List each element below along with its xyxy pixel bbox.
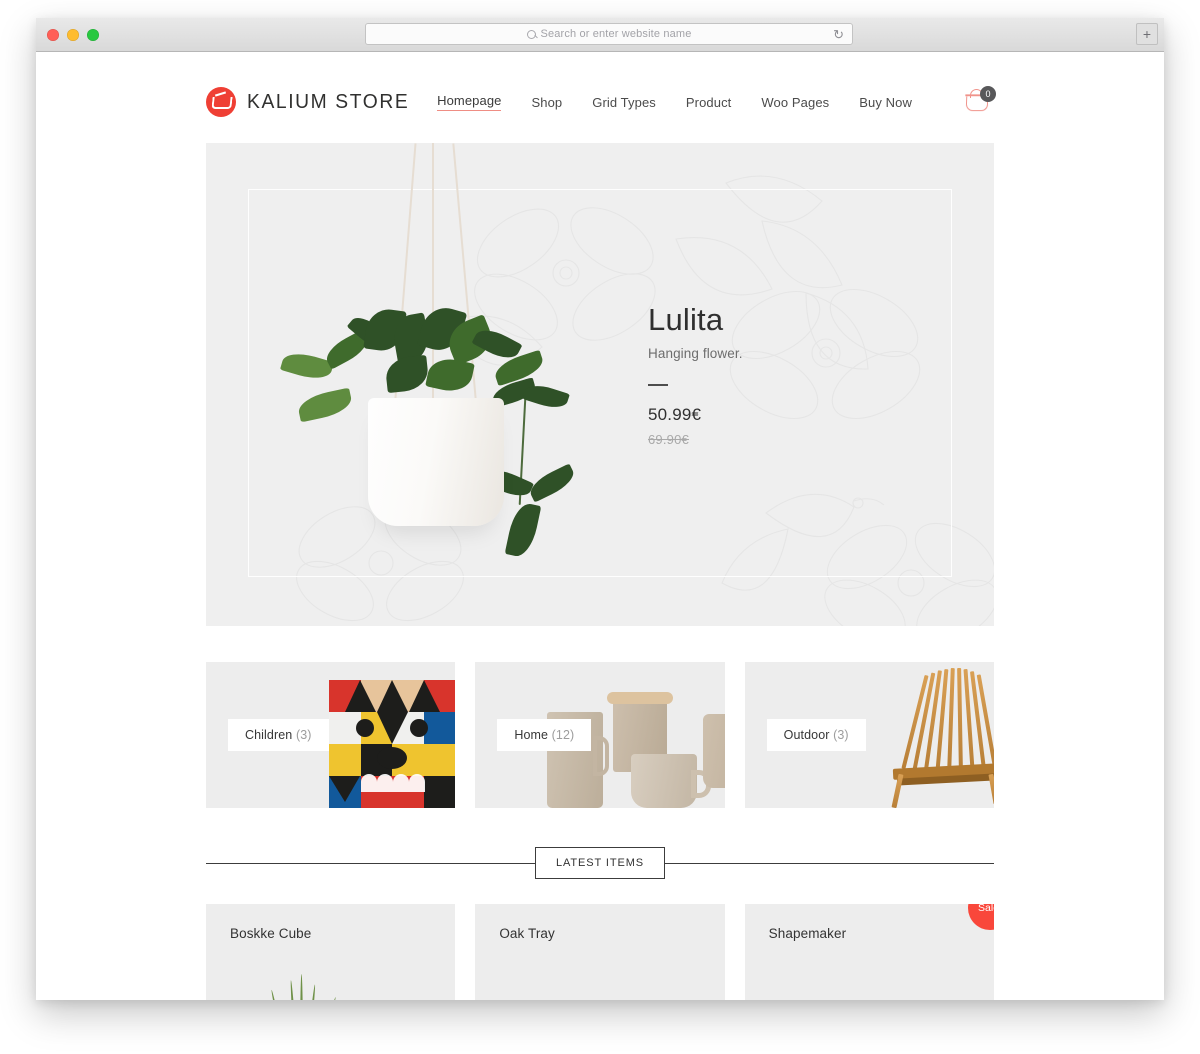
nav-item-buy-now[interactable]: Buy Now	[859, 95, 912, 110]
maximize-window-button[interactable]	[87, 29, 99, 41]
product-card-boskke-cube[interactable]: Boskke Cube	[206, 904, 456, 1000]
hero-divider-dash	[648, 384, 668, 386]
grass-plant-image	[206, 904, 455, 1000]
brand-name: KALIUM STORE	[247, 90, 410, 113]
product-name-shapemaker: Shapemaker	[768, 926, 847, 941]
reload-icon[interactable]: ↻	[833, 28, 844, 42]
window-controls[interactable]	[47, 29, 99, 41]
close-window-button[interactable]	[47, 29, 59, 41]
category-label-home[interactable]: Home (12)	[497, 719, 592, 751]
minimize-window-button[interactable]	[67, 29, 79, 41]
browser-chrome-bar: Search or enter website name ↻ +	[36, 18, 1164, 52]
red-white-blocks-image	[745, 904, 994, 1000]
hero-old-price: 69.90€	[648, 431, 689, 447]
category-label-outdoor[interactable]: Outdoor (3)	[766, 719, 866, 751]
category-grid: Children (3) Home (12) Outdoor (3)	[206, 662, 994, 808]
hero-product-image	[236, 143, 656, 626]
page-container: KALIUM STORE Homepage Shop Grid Types Pr…	[206, 52, 996, 1000]
category-label-children[interactable]: Children (3)	[228, 719, 329, 751]
latest-items-grid: Boskke Cube Oak Tray Sal Shapemaker	[206, 904, 994, 1000]
nav-item-shop[interactable]: Shop	[531, 95, 562, 110]
category-card-children[interactable]: Children (3)	[206, 662, 456, 808]
section-divider: LATEST ITEMS	[206, 844, 994, 882]
category-count-home: (12)	[551, 728, 575, 742]
category-name-home: Home	[514, 728, 549, 742]
category-card-home[interactable]: Home (12)	[475, 662, 725, 808]
search-icon	[526, 29, 536, 39]
cart-count-badge: 0	[980, 86, 996, 102]
category-name-children: Children	[245, 728, 293, 742]
address-input-placeholder[interactable]: Search or enter website name	[541, 28, 692, 40]
hero-subtitle: Hanging flower.	[648, 346, 743, 362]
browser-window: Search or enter website name ↻ + KALIUM …	[36, 18, 1164, 1000]
category-count-outdoor: (3)	[833, 728, 849, 742]
address-bar[interactable]: Search or enter website name ↻	[365, 23, 853, 45]
hero-price: 50.99€	[648, 404, 702, 424]
section-divider-label: LATEST ITEMS	[534, 847, 666, 879]
product-card-shapemaker[interactable]: Sale! Shapemaker	[744, 904, 994, 1000]
nav-item-product[interactable]: Product	[686, 95, 732, 110]
product-name-oak-tray: Oak Tray	[499, 926, 555, 941]
nav-item-grid-types[interactable]: Grid Types	[592, 95, 656, 110]
cart-button[interactable]: 0	[964, 86, 996, 117]
page-viewport: KALIUM STORE Homepage Shop Grid Types Pr…	[36, 52, 1164, 1000]
kalium-cart-logo-icon	[206, 87, 236, 117]
hero-title: Lulita	[648, 302, 724, 337]
category-count-children: (3)	[295, 728, 312, 742]
product-name-boskke-cube: Boskke Cube	[230, 926, 312, 941]
hero-copy: Lulita Hanging flower. 50.99€ 69.90€	[648, 302, 948, 447]
brand-logo[interactable]: KALIUM STORE	[206, 87, 420, 117]
site-header: KALIUM STORE Homepage Shop Grid Types Pr…	[206, 52, 996, 130]
product-card-oak-tray[interactable]: Oak Tray	[475, 904, 725, 1000]
address-bar-content: Search or enter website name	[526, 28, 692, 40]
category-name-outdoor: Outdoor	[783, 728, 830, 742]
hero-banner[interactable]: Lulita Hanging flower. 50.99€ 69.90€	[206, 143, 994, 626]
new-tab-button[interactable]: +	[1136, 23, 1158, 45]
main-navigation: Homepage Shop Grid Types Product Woo Pag…	[437, 86, 996, 117]
category-card-outdoor[interactable]: Outdoor (3)	[744, 662, 994, 808]
nav-item-woo-pages[interactable]: Woo Pages	[761, 95, 829, 110]
plant-pot	[368, 398, 504, 526]
nav-item-homepage[interactable]: Homepage	[437, 93, 502, 111]
wooden-tray-image	[475, 904, 724, 1000]
